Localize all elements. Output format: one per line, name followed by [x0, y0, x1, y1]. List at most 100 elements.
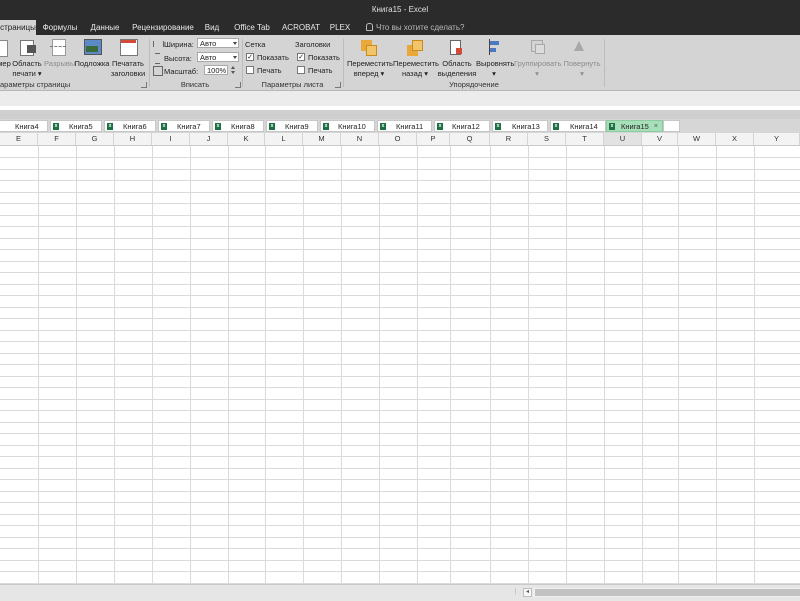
column-header[interactable]: U	[604, 133, 642, 145]
excel-icon: x	[495, 123, 501, 130]
worksheet-grid[interactable]	[0, 146, 800, 584]
breaks-line-icon	[50, 46, 66, 47]
group-separator	[604, 39, 605, 87]
column-header[interactable]: R	[490, 133, 528, 145]
spin-down-icon	[231, 71, 235, 74]
window-title: Книга15 - Excel	[371, 5, 429, 14]
print-area-button[interactable]: Область печати ▾	[11, 59, 43, 79]
tab-view[interactable]: Вид	[201, 20, 223, 35]
tab-page-layout[interactable]: страницы	[0, 20, 36, 35]
excel-icon: x	[553, 123, 559, 130]
column-header[interactable]: V	[642, 133, 678, 145]
bring-forward-label: Переместить	[347, 59, 393, 68]
tab-data[interactable]: Данные	[87, 20, 123, 35]
breaks-button[interactable]: Разрывы	[44, 59, 75, 69]
column-header[interactable]: P	[417, 133, 450, 145]
column-header[interactable]: I	[152, 133, 190, 145]
margins-label: мер	[0, 59, 11, 68]
breaks-icon	[52, 39, 66, 56]
column-header[interactable]: H	[114, 133, 152, 145]
excel-icon: x	[215, 123, 221, 130]
bring-forward-button[interactable]: Переместить вперед ▾	[347, 59, 393, 79]
gridlines-show-checkbox[interactable]: ✓	[246, 53, 254, 61]
new-tab-button[interactable]	[663, 120, 680, 132]
tab-plex[interactable]: PLEX	[328, 20, 352, 35]
column-header[interactable]: J	[190, 133, 228, 145]
lightbulb-icon	[366, 22, 373, 31]
column-header[interactable]: S	[528, 133, 566, 145]
column-header[interactable]: Y	[754, 133, 800, 145]
print-titles-button[interactable]: Печатать заголовки	[110, 59, 146, 79]
column-header[interactable]: G	[76, 133, 114, 145]
rotate-label-2: ▾	[580, 69, 584, 78]
bring-forward-front-icon	[366, 45, 377, 56]
horizontal-scrollbar-thumb[interactable]	[535, 589, 800, 596]
ribbon: мер Область печати ▾ Разрывы Подложка Пе…	[0, 35, 800, 91]
tab-formulas[interactable]: Формулы	[40, 20, 80, 35]
align-button[interactable]: Выровнять ▾	[476, 59, 514, 79]
column-header[interactable]: Q	[450, 133, 490, 145]
scale-spinner[interactable]	[231, 65, 236, 75]
workbook-tab[interactable]: x Книга5	[50, 120, 102, 132]
excel-icon: x	[380, 123, 386, 130]
scale-launcher-icon[interactable]	[235, 82, 241, 88]
close-icon[interactable]: ×	[654, 121, 658, 132]
height-label: Высота:	[164, 54, 192, 63]
scroll-left-arrow-icon[interactable]: ◂	[523, 588, 532, 597]
column-header[interactable]: X	[716, 133, 754, 145]
headings-print-checkbox[interactable]	[297, 66, 305, 74]
column-header[interactable]: W	[678, 133, 716, 145]
tab-review[interactable]: Рецензирование	[131, 20, 195, 35]
group-separator	[242, 39, 243, 87]
tab-office-tab[interactable]: Office Tab	[230, 20, 274, 35]
print-area-label: Область	[12, 59, 42, 68]
selection-pane-button[interactable]: Область выделения	[437, 59, 477, 79]
workbook-tab-label: Книга4	[15, 122, 39, 131]
scroll-handle-icon[interactable]: ⋮	[511, 588, 520, 597]
column-header[interactable]: L	[265, 133, 303, 145]
column-header[interactable]: O	[379, 133, 417, 145]
workbook-tab-active[interactable]: x Книга15 ×	[606, 120, 663, 132]
workbook-tab[interactable]: x Книга6	[104, 120, 156, 132]
tell-me-box[interactable]: Что вы хотите сделать?	[366, 20, 464, 35]
workbook-tab[interactable]: x Книга14	[550, 120, 606, 132]
workbook-tab[interactable]: x Книга7	[158, 120, 210, 132]
workbook-tab-label: Книга11	[396, 122, 424, 131]
align-bar-icon	[490, 41, 499, 45]
width-value: Авто	[200, 39, 217, 48]
column-header[interactable]: T	[566, 133, 604, 145]
selection-pane-dot-icon	[456, 48, 462, 54]
scale-input[interactable]: 100%	[204, 65, 228, 75]
workbook-tab[interactable]: x Книга13	[492, 120, 548, 132]
align-bar-icon	[490, 48, 496, 52]
workbook-tab[interactable]: x Книга11	[377, 120, 432, 132]
ribbon-tab-row: страницы Формулы Данные Рецензирование В…	[0, 20, 800, 35]
tab-acrobat[interactable]: ACROBAT	[281, 20, 321, 35]
column-header[interactable]: N	[341, 133, 379, 145]
workbook-tab[interactable]: x Книга8	[212, 120, 264, 132]
column-header[interactable]: F	[38, 133, 76, 145]
group-button[interactable]: Группировать ▾	[514, 59, 561, 79]
send-backward-back-icon	[412, 40, 423, 51]
gridlines	[0, 146, 800, 584]
background-button[interactable]: Подложка	[74, 59, 110, 69]
print-area-label-2: печати ▾	[12, 69, 42, 78]
page-setup-launcher-icon[interactable]	[141, 82, 147, 88]
headings-show-checkbox[interactable]: ✓	[297, 53, 305, 61]
print-titles-bar-icon	[121, 40, 136, 43]
workbook-tab[interactable]: Книга4	[0, 120, 48, 132]
sheet-options-launcher-icon[interactable]	[335, 82, 341, 88]
width-select[interactable]: Авто	[197, 38, 239, 48]
column-header[interactable]: E	[0, 133, 38, 145]
height-select[interactable]: Авто	[197, 52, 239, 62]
gridlines-print-checkbox[interactable]	[246, 66, 254, 74]
column-header[interactable]: M	[303, 133, 341, 145]
workbook-tab-label: Книга7	[177, 122, 201, 131]
rotate-button[interactable]: Повернуть ▾	[562, 59, 602, 79]
workbook-tab[interactable]: x Книга12	[434, 120, 490, 132]
workbook-tab[interactable]: x Книга10	[320, 120, 375, 132]
workbook-tab[interactable]: x Книга9	[266, 120, 318, 132]
send-backward-button[interactable]: Переместить назад ▾	[393, 59, 439, 79]
column-header[interactable]: K	[228, 133, 265, 145]
scale-icon	[153, 66, 163, 76]
